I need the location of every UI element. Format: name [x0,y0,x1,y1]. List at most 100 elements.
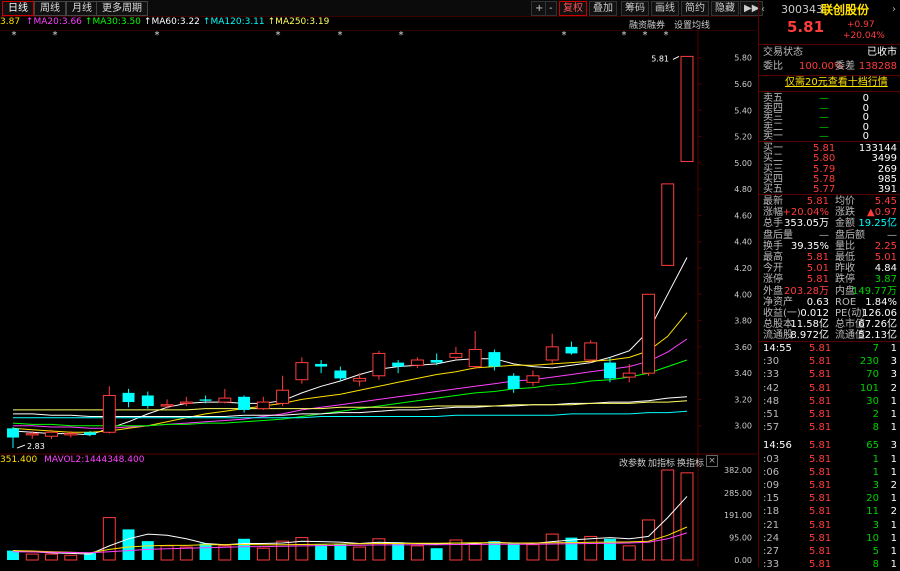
candle-body [622,372,636,378]
candle-body [526,375,540,383]
adjust-button[interactable]: 复权 [559,1,587,16]
quote-label: 跌停 [835,274,855,286]
quote-label: ROE [835,296,857,308]
tick-price: 5.81 [809,369,832,381]
tick-price: 5.81 [809,480,832,491]
stock-code: 300343 [781,3,823,16]
price-tick-label: 3.60 [734,343,752,352]
candle-body [199,399,212,401]
kline-chart[interactable]: * * * * * * * * * * 5.80 5.60 5.40 5.20 5.00 4.80 4.60 4.… [0,30,757,567]
candle-body [45,431,58,437]
volume-bar [622,545,636,561]
candle-body [315,363,328,367]
quote-label: 总手 [763,218,783,230]
quote-value: 149.77万 [852,285,897,297]
tick-count: 1 [890,453,897,465]
draw-line-button[interactable]: 画线 [651,1,679,16]
event-marker-icon: * [399,30,404,41]
volume-bar [410,545,424,561]
quote-label: 外盘 [763,285,783,297]
edit-params-link[interactable]: 改参数 [619,456,646,469]
add-indicator-link[interactable]: 加指标 [648,456,675,469]
tick-price: 5.81 [809,382,832,394]
low-arrow-icon [16,444,26,449]
quote-value: 19.25亿 [858,218,897,230]
nav-prev-icon[interactable]: ‹ [761,4,765,16]
quote-value: 5.81 [806,274,829,286]
candle-body [276,389,290,404]
tick-price: 5.81 [809,343,832,354]
price-tick-label: 4.20 [734,264,752,273]
tick-volume: 230 [859,356,879,368]
volume-bar [507,543,520,560]
tick-count: 1 [890,422,897,434]
volume-tick-label: 382.00 [724,466,752,475]
tick-volume: 2 [872,409,879,420]
price-tick-label: 3.80 [734,317,752,326]
candle-body [410,359,424,366]
simple-button[interactable]: 简约 [681,1,709,16]
volume-bar [584,535,598,561]
tick-count: 1 [890,532,897,544]
tick-count: 3 [890,440,897,452]
volume-bar [102,517,116,561]
candle-body [488,352,501,367]
candle-body [680,55,694,163]
quote-value: 4.84 [874,263,897,275]
nav-next-icon[interactable]: › [892,4,896,16]
tick-time: :42 [763,382,780,394]
tick-price: 5.81 [809,409,832,420]
candle-body [372,352,386,377]
tick-price: 5.81 [809,395,832,407]
zoom-out-button[interactable]: - [545,1,557,16]
close-icon[interactable]: × [706,455,718,467]
volume-bar [199,543,212,560]
event-marker-icon: * [622,30,627,41]
price-change-pct: +20.04% [843,31,885,41]
level2-link[interactable]: 仅需20元查看十档行情 [785,77,888,89]
tab-more-periods[interactable]: 更多周期 [96,1,148,16]
tick-price: 5.81 [809,532,832,544]
hide-button[interactable]: 隐藏 [711,1,739,16]
tick-volume: 8 [872,559,879,571]
volume-tick-label: 285.00 [724,489,752,498]
candle-body [334,370,347,379]
tick-count: 2 [890,382,897,394]
quote-label: 涨停 [763,274,783,286]
volume-tick-label: 0.00 [734,556,752,565]
tick-price: 5.81 [809,519,832,531]
tab-monthly[interactable]: 月线 [66,1,98,16]
price-tick-label: 4.00 [734,290,752,299]
event-marker-icon: * [53,30,58,41]
switch-indicator-link[interactable]: 换指标 [677,456,704,469]
tick-count: 1 [890,395,897,407]
overlay-button[interactable]: 叠加 [589,1,617,16]
tick-volume: 3 [872,519,879,531]
quote-label: 换手 [763,240,783,252]
price-tick-label: 4.40 [734,238,752,247]
tick-count: 1 [890,559,897,571]
volume-first-value: 351.400 [0,455,38,465]
quote-value: 52.13亿 [858,330,897,342]
tick-price: 5.81 [809,440,832,452]
event-marker-icon: * [643,30,648,41]
tick-time: :15 [763,493,780,505]
quote-value: 39.35% [790,240,829,252]
candle-body [430,360,443,363]
volume-bar [315,544,328,560]
chips-button[interactable]: 筹码 [621,1,649,16]
quote-value: 2.25 [874,240,897,252]
volume-bar [45,553,58,561]
sell-volume: 0 [862,131,869,143]
tick-volume: 70 [866,369,879,381]
quote-label: 量比 [835,240,855,252]
quote-label: 金额 [835,218,855,230]
weibi-label: 委比 [763,61,783,72]
price-tick-label: 3.20 [734,395,752,404]
tab-weekly[interactable]: 周线 [34,1,66,16]
trade-status-label: 交易状态 [763,47,803,58]
volume-bar [334,543,347,560]
event-marker-icon: * [155,30,160,41]
tab-daily[interactable]: 日线 [2,1,34,16]
tick-volume: 11 [866,506,879,518]
